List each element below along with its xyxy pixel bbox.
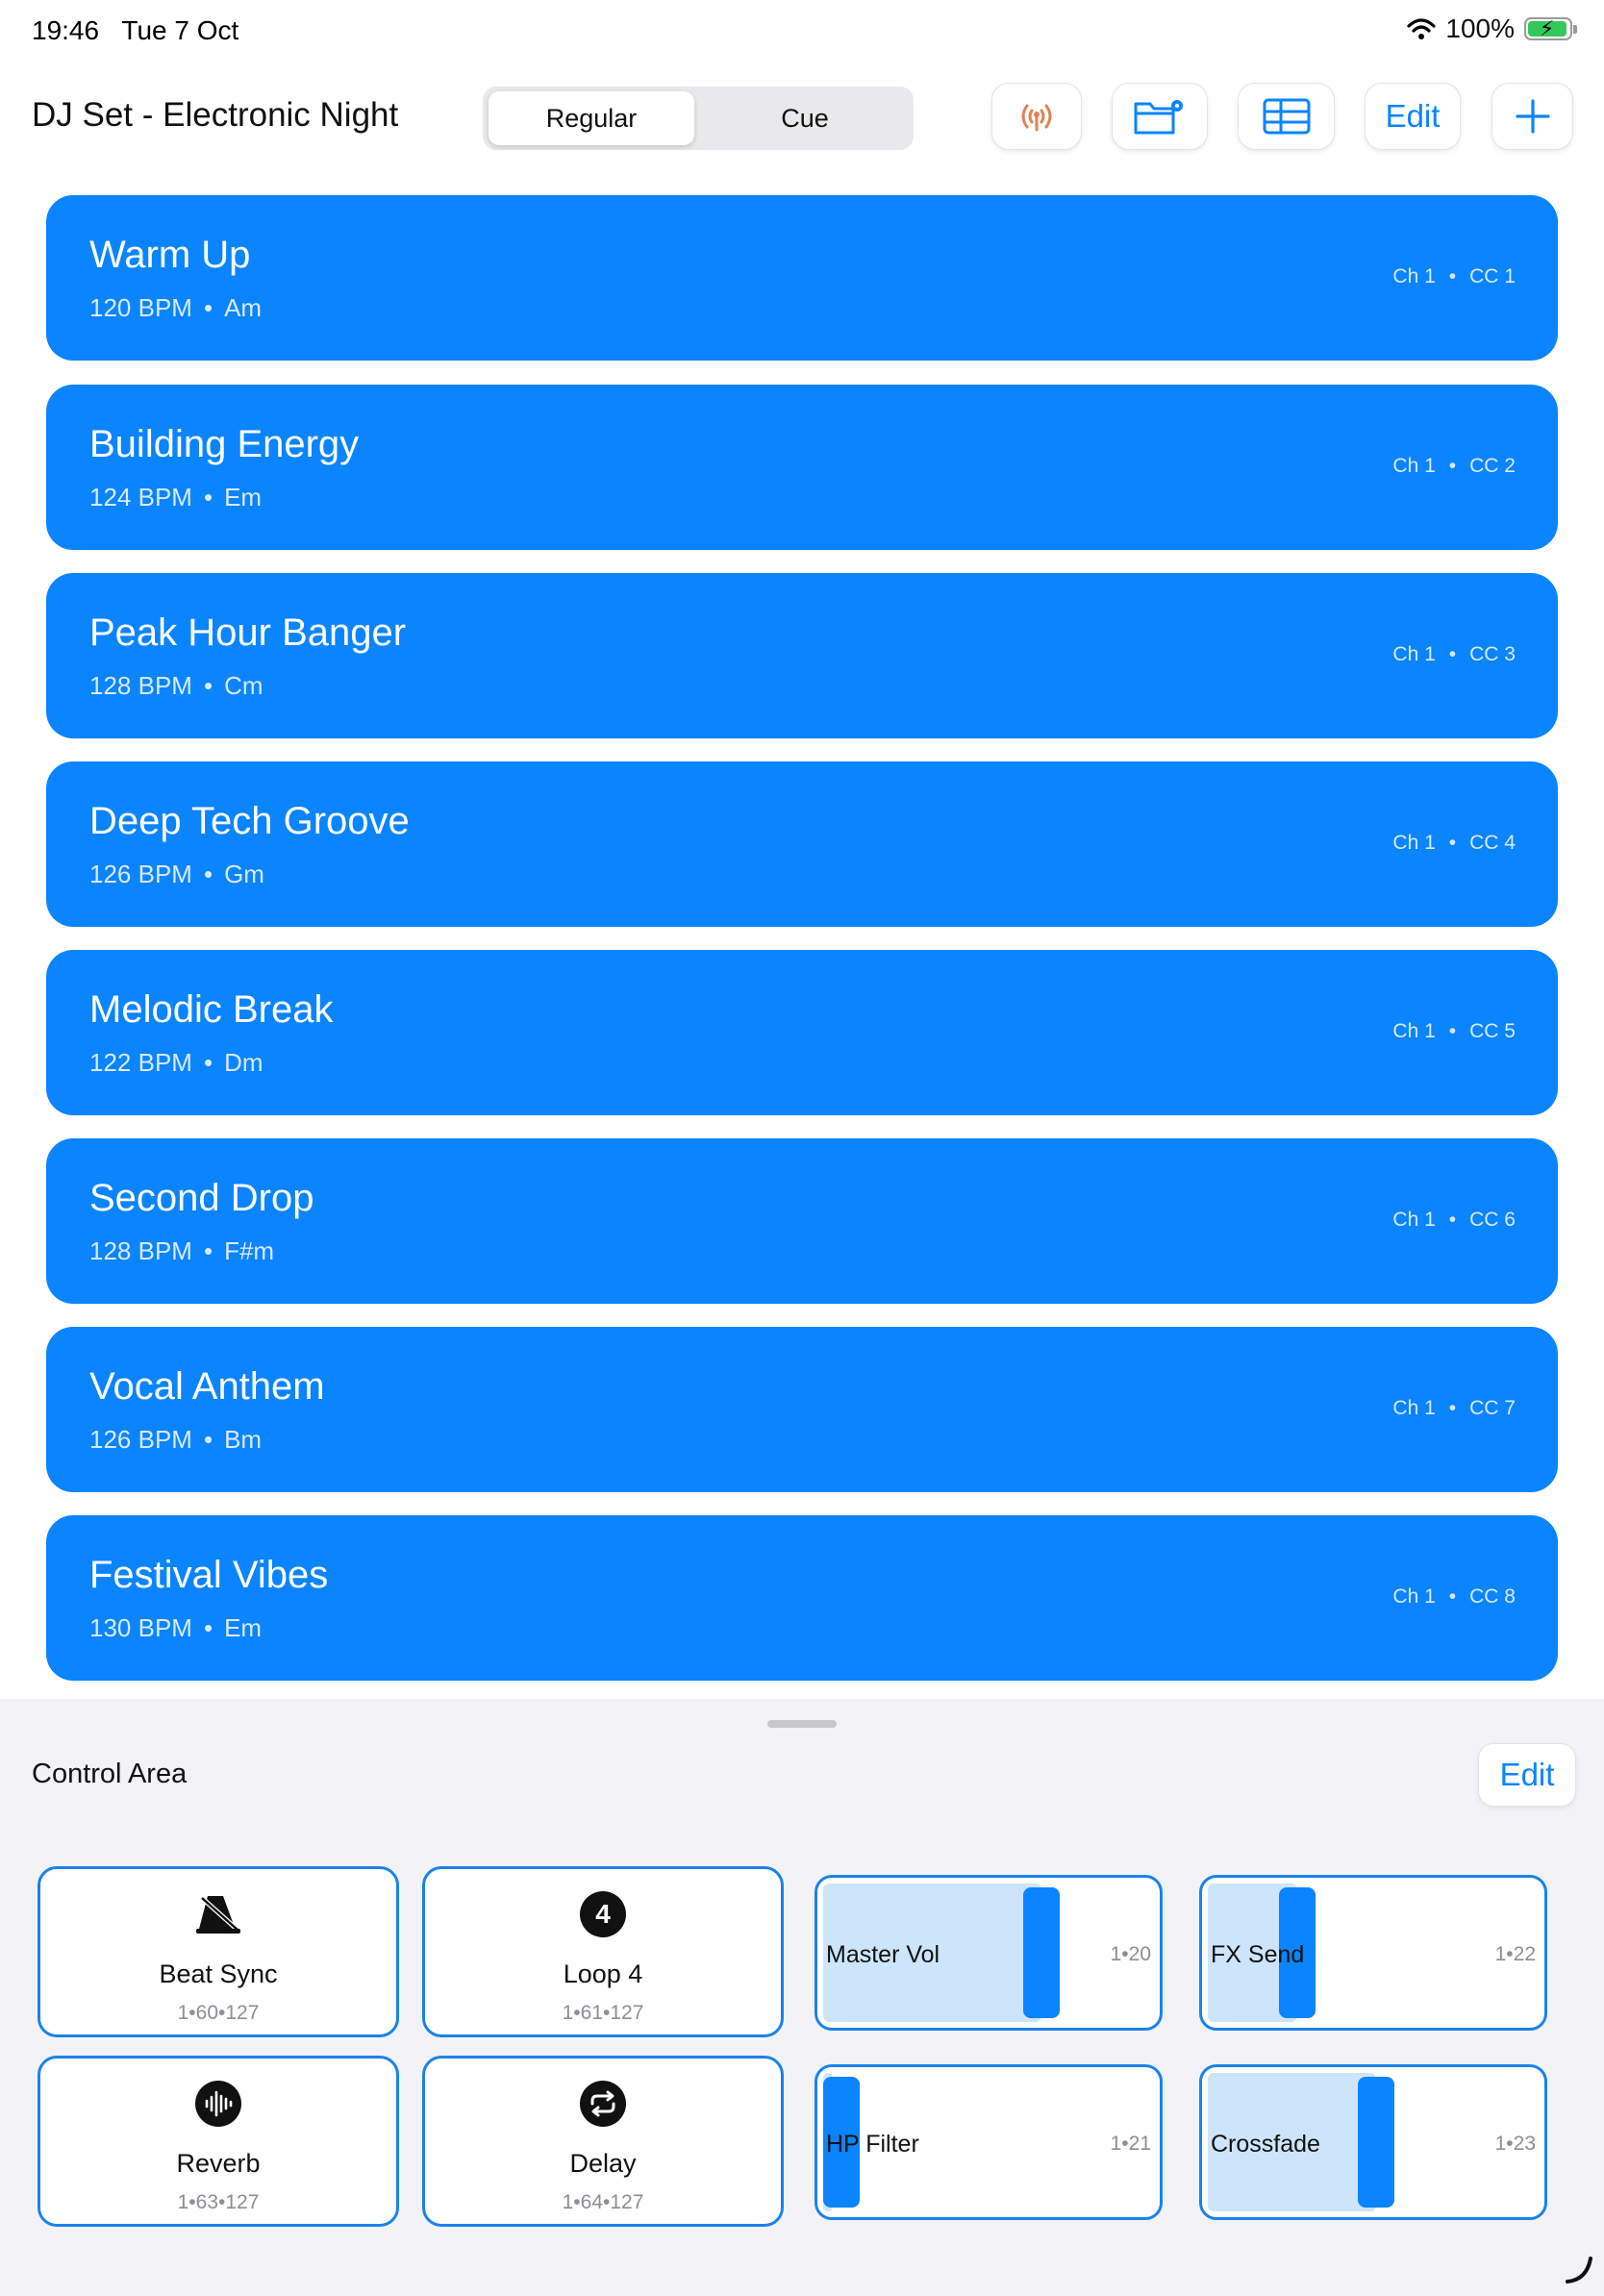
song-name: Vocal Anthem xyxy=(89,1365,325,1408)
button-midi: 1•63•127 xyxy=(177,2191,260,2213)
song-row[interactable]: Deep Tech Groove 126 BPM • Gm Ch 1 • CC 4 xyxy=(46,761,1558,927)
fx-send-fader[interactable]: FX Send 1•22 xyxy=(1199,1875,1547,2031)
song-name: Building Energy xyxy=(89,423,360,465)
number-4-circle-icon: 4 xyxy=(580,1891,626,1937)
button-midi: 1•64•127 xyxy=(562,2191,644,2213)
sheet-grabber[interactable] xyxy=(767,1720,837,1728)
reverb-button[interactable]: Reverb 1•63•127 xyxy=(38,2056,399,2227)
page-title: DJ Set - Electronic Night xyxy=(32,96,399,134)
fader-midi: 1•21 xyxy=(1110,2133,1151,2155)
fader-midi: 1•22 xyxy=(1494,1943,1536,1965)
song-name: Warm Up xyxy=(89,234,251,276)
song-row[interactable]: Warm Up 120 BPM • Am Ch 1 • CC 1 xyxy=(46,195,1558,361)
song-name: Peak Hour Banger xyxy=(89,611,407,654)
control-area-title: Control Area xyxy=(32,1759,188,1789)
song-details: 128 BPM • Cm xyxy=(89,671,263,700)
status-right: 100% ⚡ xyxy=(1407,13,1577,44)
song-details: 130 BPM • Em xyxy=(89,1613,263,1642)
button-midi: 1•61•127 xyxy=(562,2002,644,2024)
fader-midi: 1•23 xyxy=(1494,2133,1536,2155)
folder-settings-button[interactable] xyxy=(1112,83,1208,150)
crossfade-fader[interactable]: Crossfade 1•23 xyxy=(1199,2064,1547,2220)
song-row[interactable]: Vocal Anthem 126 BPM • Bm Ch 1 • CC 7 xyxy=(46,1327,1558,1492)
button-label: Beat Sync xyxy=(159,1959,278,1988)
fader-handle[interactable] xyxy=(1358,2077,1395,2208)
song-name: Second Drop xyxy=(89,1177,314,1219)
segment-regular[interactable]: Regular xyxy=(489,91,694,145)
beat-sync-button[interactable]: Beat Sync 1•60•127 xyxy=(38,1866,399,2037)
song-midi: Ch 1 • CC 5 xyxy=(1392,1020,1516,1042)
button-label: Loop 4 xyxy=(563,1959,643,1988)
fader-label: Crossfade xyxy=(1211,2131,1320,2158)
hp-filter-fader[interactable]: HP Filter 1•21 xyxy=(815,2064,1163,2220)
folder-settings-icon xyxy=(1134,100,1183,135)
song-midi: Ch 1 • CC 6 xyxy=(1392,1209,1516,1231)
song-midi: Ch 1 • CC 7 xyxy=(1392,1397,1516,1419)
song-midi: Ch 1 • CC 8 xyxy=(1392,1585,1516,1608)
song-name: Festival Vibes xyxy=(89,1554,329,1596)
table-view-button[interactable] xyxy=(1238,83,1335,150)
repeat-circle-icon xyxy=(579,2080,627,2128)
song-midi: Ch 1 • CC 3 xyxy=(1392,643,1516,665)
status-time: 19:46 Tue 7 Oct xyxy=(32,15,239,45)
master-vol-fader[interactable]: Master Vol 1•20 xyxy=(815,1875,1163,2031)
song-name: Melodic Break xyxy=(89,988,334,1031)
waveform-circle-icon xyxy=(194,2080,242,2128)
battery-percent: 100% xyxy=(1445,13,1515,43)
control-area-edit-button[interactable]: Edit xyxy=(1478,1743,1576,1807)
button-midi: 1•60•127 xyxy=(177,2002,260,2024)
metronome-off-icon xyxy=(194,1890,242,1938)
song-midi: Ch 1 • CC 2 xyxy=(1392,455,1516,477)
mode-segmented-control: Regular Cue xyxy=(483,87,914,150)
song-name: Deep Tech Groove xyxy=(89,800,410,842)
fader-label: FX Send xyxy=(1211,1941,1305,1968)
broadcast-icon xyxy=(1021,104,1052,132)
edit-button[interactable]: Edit xyxy=(1365,83,1461,150)
song-row[interactable]: Building Energy 124 BPM • Em Ch 1 • CC 2 xyxy=(46,385,1558,550)
fader-label: HP Filter xyxy=(826,2131,919,2158)
song-midi: Ch 1 • CC 1 xyxy=(1392,265,1516,287)
status-bar: 19:46 Tue 7 Oct 100% ⚡ xyxy=(0,0,1604,62)
broadcast-button[interactable] xyxy=(991,83,1082,150)
song-details: 128 BPM • F#m xyxy=(89,1236,275,1265)
control-area-panel: Control Area Edit Beat Sync 1•60•127 4 L… xyxy=(0,1699,1604,2296)
plus-icon xyxy=(1515,99,1550,134)
fader-handle[interactable] xyxy=(1023,1887,1061,2018)
loop-4-button[interactable]: 4 Loop 4 1•61•127 xyxy=(422,1866,784,2037)
fader-midi: 1•20 xyxy=(1110,1943,1151,1965)
wifi-icon xyxy=(1407,18,1436,39)
table-icon xyxy=(1263,98,1310,135)
song-row[interactable]: Melodic Break 122 BPM • Dm Ch 1 • CC 5 xyxy=(46,950,1558,1115)
song-row[interactable]: Second Drop 128 BPM • F#m Ch 1 • CC 6 xyxy=(46,1138,1558,1304)
fader-label: Master Vol xyxy=(826,1941,940,1968)
song-row[interactable]: Festival Vibes 130 BPM • Em Ch 1 • CC 8 xyxy=(46,1515,1558,1681)
button-label: Reverb xyxy=(176,2149,261,2178)
delay-button[interactable]: Delay 1•64•127 xyxy=(422,2056,784,2227)
battery-icon: ⚡ xyxy=(1524,16,1577,40)
song-details: 120 BPM • Am xyxy=(89,293,263,322)
song-midi: Ch 1 • CC 4 xyxy=(1392,832,1516,854)
button-label: Delay xyxy=(569,2149,637,2178)
song-details: 122 BPM • Dm xyxy=(89,1048,263,1077)
song-details: 124 BPM • Em xyxy=(89,483,263,512)
song-details: 126 BPM • Bm xyxy=(89,1425,263,1454)
resize-handle-icon[interactable] xyxy=(1564,2253,1596,2285)
song-row[interactable]: Peak Hour Banger 128 BPM • Cm Ch 1 • CC 3 xyxy=(46,573,1558,738)
add-button[interactable] xyxy=(1491,83,1573,150)
segment-cue[interactable]: Cue xyxy=(702,91,908,145)
song-details: 126 BPM • Gm xyxy=(89,860,264,888)
